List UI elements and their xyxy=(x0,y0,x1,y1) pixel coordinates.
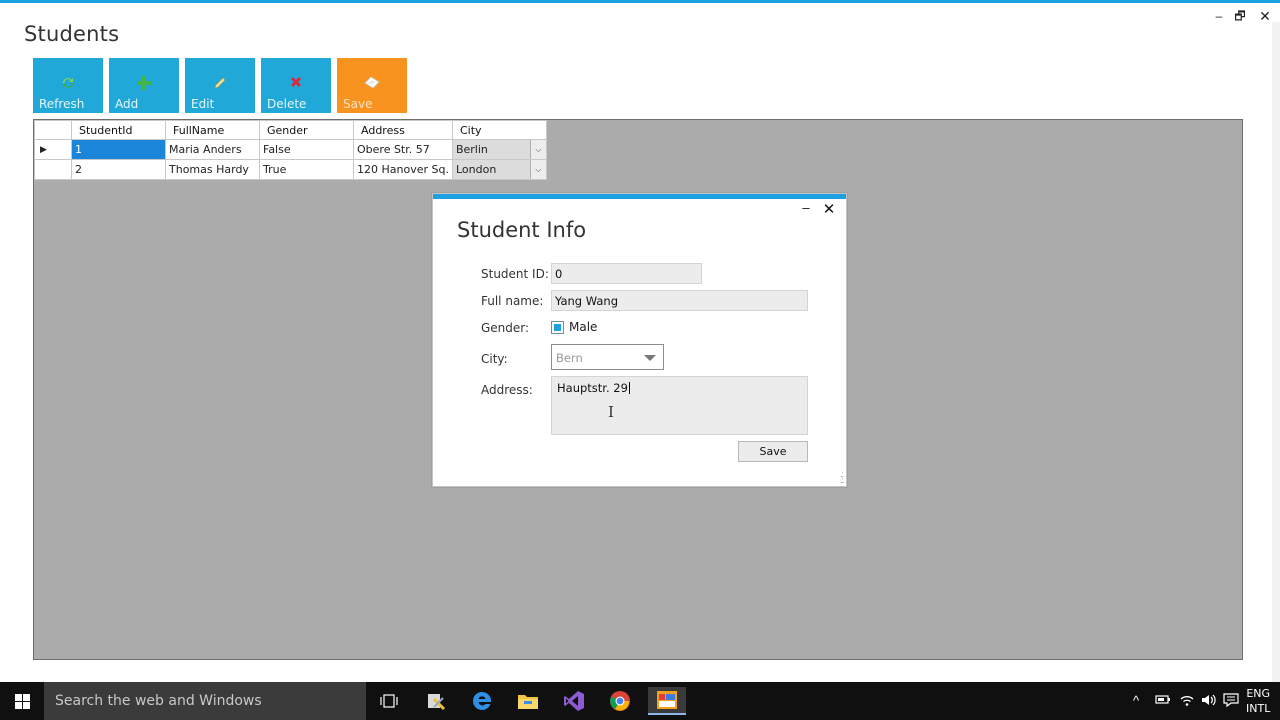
dialog-minimize-button[interactable]: ‒ xyxy=(799,200,813,215)
current-row-indicator[interactable]: ▶ xyxy=(34,139,72,160)
edit-button[interactable]: Edit xyxy=(185,58,255,113)
dialog-save-button[interactable]: Save xyxy=(738,441,808,462)
save-label: Save xyxy=(343,97,373,111)
taskbar: Search the web and Windows ^ ENG INTL xyxy=(0,682,1280,720)
wifi-icon[interactable] xyxy=(1179,693,1195,710)
chevron-down-icon[interactable]: ⌵ xyxy=(529,140,546,159)
address-label: Address: xyxy=(481,383,533,397)
student-id-field[interactable]: 0 xyxy=(551,263,702,284)
cell-city-combobox[interactable]: Berlin ⌵ xyxy=(451,139,547,160)
save-button[interactable]: Save xyxy=(337,58,407,113)
task-view-icon[interactable] xyxy=(374,687,404,715)
delete-icon xyxy=(287,74,305,92)
dialog-close-button[interactable]: ✕ xyxy=(822,200,836,218)
start-button[interactable] xyxy=(0,682,44,720)
address-textarea[interactable]: Hauptstr. 29 xyxy=(551,376,808,435)
windows-logo-icon xyxy=(14,693,30,709)
chrome-icon[interactable] xyxy=(605,687,635,715)
students-grid[interactable]: StudentId FullName Gender Address City ▶… xyxy=(34,120,547,180)
add-button[interactable]: Add xyxy=(109,58,179,113)
cell-gender[interactable]: True xyxy=(259,159,354,180)
dialog-accent-bar xyxy=(433,194,846,199)
text-cursor xyxy=(628,382,630,394)
refresh-button[interactable]: Refresh xyxy=(33,58,103,113)
cell-address[interactable]: Obere Str. 57 xyxy=(353,139,453,160)
cell-city-combobox[interactable]: London ⌵ xyxy=(451,159,547,180)
student-info-dialog: ‒ ✕ Student Info Student ID: 0 Full name… xyxy=(432,193,847,487)
full-name-label: Full name: xyxy=(481,294,544,308)
gender-label: Gender: xyxy=(481,321,530,335)
window-accent-bar xyxy=(0,0,1280,3)
notifications-icon[interactable] xyxy=(1223,693,1239,710)
language-indicator[interactable]: ENG INTL xyxy=(1246,686,1270,716)
grid-header-row: StudentId FullName Gender Address City xyxy=(34,120,547,140)
city-dropdown-value: Bern xyxy=(556,351,583,365)
chevron-up-icon[interactable]: ^ xyxy=(1133,693,1139,708)
male-checkbox-label[interactable]: Male xyxy=(569,320,597,334)
column-header-city[interactable]: City xyxy=(451,120,547,140)
cell-gender[interactable]: False xyxy=(259,139,354,160)
student-id-label: Student ID: xyxy=(481,267,549,281)
city-label: City: xyxy=(481,352,508,366)
table-row[interactable]: ▶ 1 Maria Anders False Obere Str. 57 Ber… xyxy=(34,139,547,160)
save-icon xyxy=(363,74,381,92)
cell-city-value: London xyxy=(455,163,497,176)
minimize-button[interactable]: ‒ xyxy=(1210,8,1228,24)
keyboard-layout: INTL xyxy=(1246,702,1271,715)
edge-icon[interactable] xyxy=(467,687,497,715)
delete-label: Delete xyxy=(267,97,307,111)
column-header-address[interactable]: Address xyxy=(353,120,453,140)
window-title: Students xyxy=(24,22,120,46)
cell-studentid[interactable]: 2 xyxy=(71,159,166,180)
cell-studentid[interactable]: 1 xyxy=(71,139,166,160)
cell-fullname[interactable]: Maria Anders xyxy=(165,139,260,160)
refresh-label: Refresh xyxy=(39,97,85,111)
taskbar-search-box[interactable]: Search the web and Windows xyxy=(44,682,366,720)
add-label: Add xyxy=(115,97,139,111)
i-beam-cursor-icon: I xyxy=(608,403,614,421)
cell-fullname[interactable]: Thomas Hardy xyxy=(165,159,260,180)
edit-icon xyxy=(211,74,229,92)
refresh-icon xyxy=(59,74,77,92)
volume-icon[interactable] xyxy=(1201,693,1217,710)
column-header-gender[interactable]: Gender xyxy=(259,120,354,140)
cell-address[interactable]: 120 Hanover Sq. xyxy=(353,159,453,180)
window-scrollbar[interactable] xyxy=(1272,22,1280,682)
running-app-icon[interactable] xyxy=(648,687,686,715)
file-explorer-icon[interactable] xyxy=(513,687,543,715)
cell-city-value: Berlin xyxy=(455,143,488,156)
delete-button[interactable]: Delete xyxy=(261,58,331,113)
chevron-down-icon xyxy=(644,355,656,361)
file-tool-icon[interactable] xyxy=(421,687,451,715)
battery-icon[interactable] xyxy=(1155,693,1171,708)
grid-corner-header[interactable] xyxy=(34,120,72,140)
add-icon xyxy=(135,74,153,92)
chevron-down-icon[interactable]: ⌵ xyxy=(529,160,546,179)
male-checkbox[interactable] xyxy=(551,321,564,334)
column-header-studentid[interactable]: StudentId xyxy=(71,120,166,140)
edit-label: Edit xyxy=(191,97,215,111)
city-dropdown[interactable]: Bern xyxy=(551,344,664,370)
row-header[interactable] xyxy=(34,159,72,180)
visual-studio-icon[interactable] xyxy=(559,687,589,715)
column-header-fullname[interactable]: FullName xyxy=(165,120,260,140)
dialog-title: Student Info xyxy=(457,218,587,242)
dialog-save-label: Save xyxy=(759,445,787,458)
full-name-field[interactable]: Yang Wang xyxy=(551,290,808,311)
resize-grip-icon[interactable]: .:.:. xyxy=(840,471,845,485)
table-row[interactable]: 2 Thomas Hardy True 120 Hanover Sq. Lond… xyxy=(34,159,547,180)
checkbox-checked-mark xyxy=(554,324,561,331)
address-text: Hauptstr. 29 xyxy=(557,381,628,395)
language-code: ENG xyxy=(1246,687,1271,700)
restore-button[interactable]: 🗗 xyxy=(1231,8,1249,24)
